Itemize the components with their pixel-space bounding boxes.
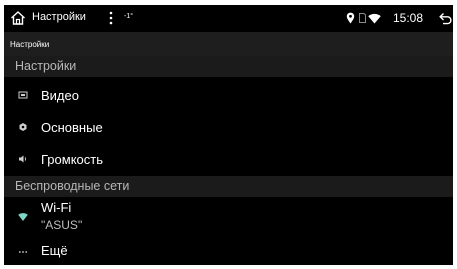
section-label: Настройки xyxy=(15,59,77,73)
page-header: Настройки xyxy=(4,32,453,56)
wifi-signal-icon xyxy=(368,13,381,24)
list-item-label: Основные xyxy=(41,120,103,135)
list-item-volume[interactable]: Громкость xyxy=(4,145,453,173)
back-icon[interactable] xyxy=(439,12,452,25)
more-vert-icon[interactable] xyxy=(108,10,114,26)
app-title: Настройки xyxy=(32,11,86,23)
section-header-settings: Настройки xyxy=(4,56,453,77)
list-item-label: Wi-Fi xyxy=(41,200,72,215)
list-item-video[interactable]: Видео xyxy=(4,81,453,109)
volume-icon xyxy=(19,155,27,163)
clock: 15:08 xyxy=(393,11,424,25)
temperature-readout: -1° xyxy=(124,13,134,20)
list-item-wifi[interactable]: Wi-Fi "ASUS" xyxy=(4,198,453,236)
location-pin-icon xyxy=(346,12,355,24)
section-header-wireless: Беспроводные сети xyxy=(4,176,453,197)
sim-card-icon xyxy=(359,13,366,23)
list-item-label: Видео xyxy=(41,88,79,103)
status-bar: Настройки -1° 15:08 xyxy=(4,5,453,32)
wifi-icon xyxy=(18,213,28,221)
list-item-label: Громкость xyxy=(41,152,103,167)
list-item-more[interactable]: Ещё xyxy=(4,238,453,264)
more-horizontal-icon xyxy=(18,251,28,253)
section-label: Беспроводные сети xyxy=(15,179,130,193)
wifi-network-name: "ASUS" xyxy=(41,218,83,232)
home-icon[interactable] xyxy=(10,10,26,26)
list-item-general[interactable]: Основные xyxy=(4,113,453,141)
list-item-label: Ещё xyxy=(41,243,68,258)
page-title: Настройки xyxy=(10,40,50,49)
general-settings-icon xyxy=(19,123,27,131)
video-icon xyxy=(18,91,28,99)
settings-screen: Настройки -1° 15:08 Настройки Настройки xyxy=(4,5,453,265)
